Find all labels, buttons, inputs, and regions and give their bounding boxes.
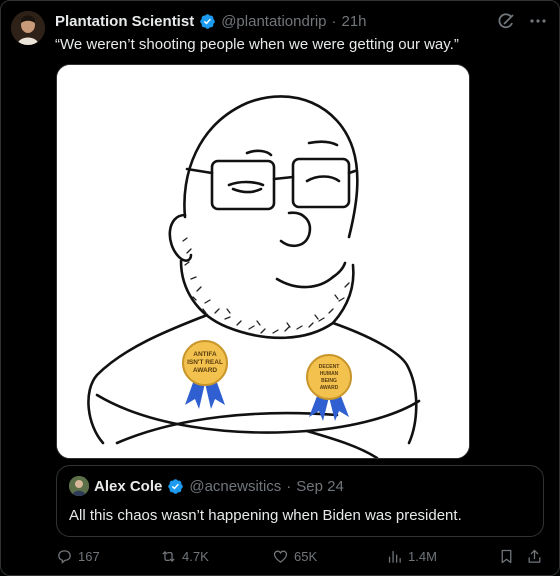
quoted-author-avatar[interactable] <box>69 476 89 496</box>
verified-badge-icon[interactable] <box>167 478 184 495</box>
post-text: “We weren’t shooting people when we were… <box>55 36 459 53</box>
badge-1-line-2: ISN'T REAL <box>187 359 223 366</box>
badge-2-line-2: HUMAN <box>320 371 339 377</box>
post-header: Plantation Scientist @plantationdrip · 2… <box>55 10 500 32</box>
quoted-author-display-name[interactable]: Alex Cole <box>94 478 162 495</box>
repost-button[interactable]: 4.7K <box>160 545 209 567</box>
views-button[interactable]: 1.4M <box>386 545 437 567</box>
badge-1-line-1: ANTIFA <box>193 351 217 358</box>
author-display-name[interactable]: Plantation Scientist <box>55 13 194 30</box>
verified-badge-icon[interactable] <box>199 13 216 30</box>
reply-icon <box>58 549 71 564</box>
reply-button[interactable]: 167 <box>56 545 100 567</box>
separator-dot: · <box>286 477 292 495</box>
grok-icon[interactable] <box>496 11 516 31</box>
share-button[interactable] <box>526 545 543 567</box>
quoted-post-date[interactable]: Sep 24 <box>296 478 344 495</box>
post-action-bar: 167 4.7K 65K 1.4M <box>56 545 546 567</box>
author-handle[interactable]: @plantationdrip <box>221 13 326 30</box>
badge-1-line-3: AWARD <box>193 367 218 374</box>
more-icon[interactable] <box>528 11 548 31</box>
badge-2-line-1: DECENT <box>319 364 340 370</box>
like-icon <box>273 550 288 563</box>
bookmark-button[interactable] <box>498 545 515 567</box>
post-timestamp[interactable]: 21h <box>342 13 367 30</box>
separator-dot: · <box>331 12 337 30</box>
post-top-actions <box>496 11 548 31</box>
views-icon <box>388 550 401 563</box>
quoted-author-handle[interactable]: @acnewsitics <box>189 478 281 495</box>
like-button[interactable]: 65K <box>272 545 317 567</box>
badge-2-line-3: BEING <box>321 378 337 384</box>
post-media-image[interactable]: ANTIFA ISN'T REAL AWARD DECENT HUMAN BEI… <box>56 64 470 459</box>
like-count: 65K <box>294 548 318 564</box>
reply-count: 167 <box>78 548 100 564</box>
author-avatar[interactable] <box>11 11 45 45</box>
quoted-post-header: Alex Cole @acnewsitics · Sep 24 <box>69 476 344 496</box>
badge-2-line-4: AWARD <box>320 385 339 391</box>
bookmark-icon <box>501 549 512 563</box>
view-count: 1.4M <box>408 548 437 564</box>
repost-count: 4.7K <box>182 548 209 564</box>
repost-icon <box>162 550 175 562</box>
share-icon <box>528 549 541 563</box>
quoted-post[interactable]: Alex Cole @acnewsitics · Sep 24 All this… <box>56 465 544 537</box>
quoted-post-text: All this chaos wasn’t happening when Bid… <box>69 507 462 524</box>
